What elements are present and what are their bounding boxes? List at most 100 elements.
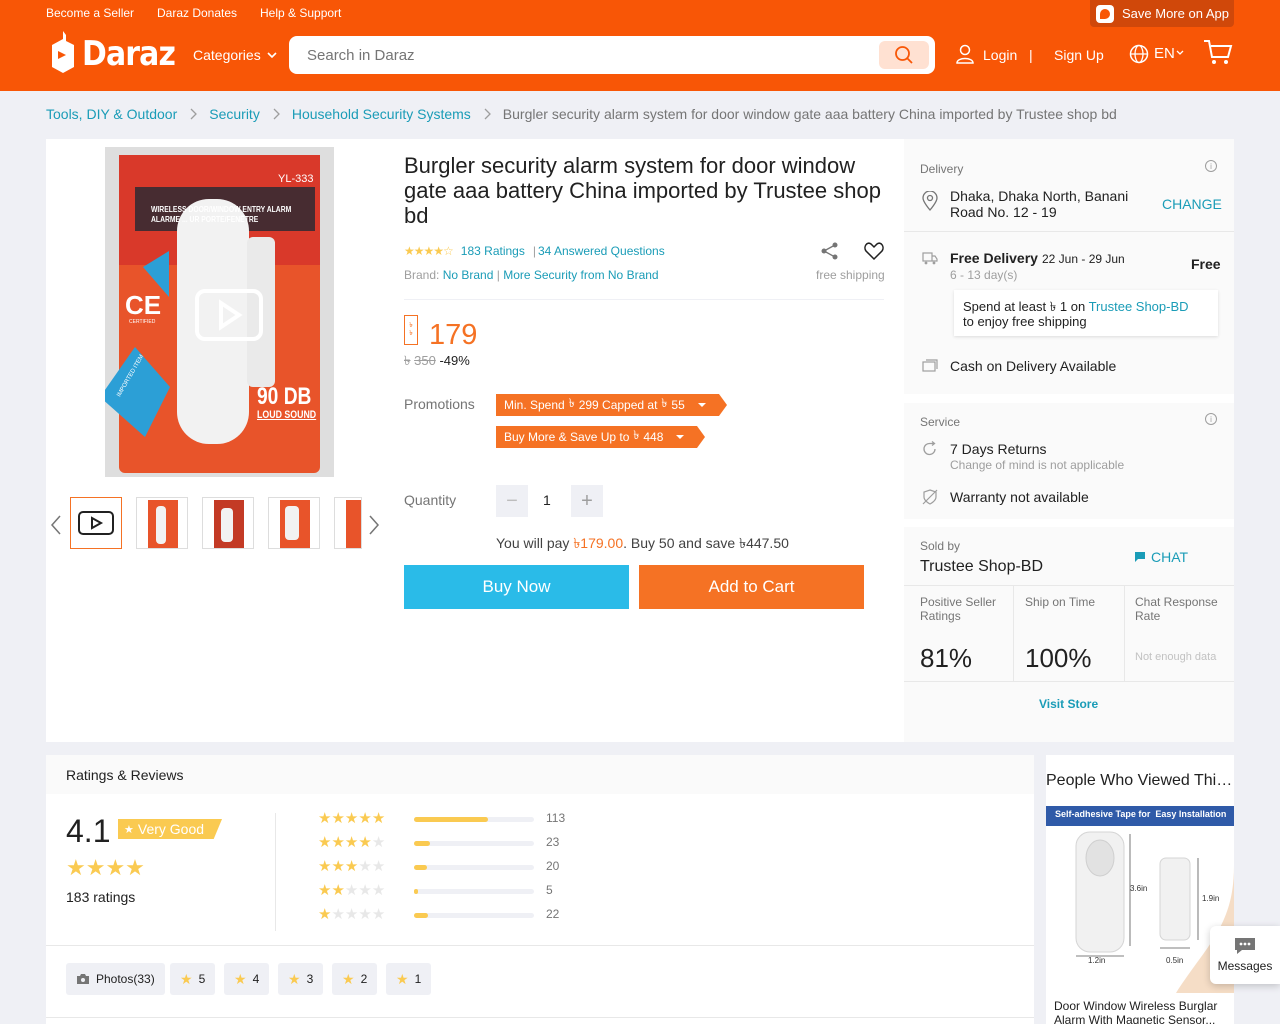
product-main-image[interactable]: YL-333 WIRELESS DOOR/WINDOW ENTRY ALARM … (105, 147, 334, 477)
thumbnail-strip (46, 489, 391, 549)
more-from-brand-link[interactable]: More Security from No Brand (503, 268, 658, 282)
filter-photos[interactable]: Photos(33) (66, 963, 165, 995)
seller-separator (904, 681, 1234, 682)
filter-photos-label: Photos(33) (96, 972, 155, 986)
language-chevron-icon (1176, 50, 1184, 55)
location-pin-icon (922, 191, 938, 211)
thumbnail-prev-icon[interactable] (50, 515, 62, 535)
delivery-truck-icon (922, 252, 938, 265)
thumbnail-next-icon[interactable] (368, 515, 380, 535)
share-icon[interactable] (820, 241, 840, 261)
seller-separator (904, 585, 1234, 586)
spend-tip-line2: to enjoy free shipping (963, 314, 1087, 329)
chat-response-value: Not enough data (1135, 651, 1217, 663)
badge-label: Very Good (137, 821, 205, 837)
buy-now-button[interactable]: Buy Now (404, 565, 629, 609)
delivery-label: Delivery (920, 162, 964, 176)
chevron-right-icon (190, 108, 198, 120)
categories-menu[interactable]: Categories (193, 47, 277, 63)
brand-row: Brand: No Brand | More Security from No … (404, 268, 659, 282)
old-price-row: ৳ 350 -49% (404, 352, 470, 373)
pay-save: 447.50 (746, 535, 789, 551)
breadcrumb-tools[interactable]: Tools, DIY & Outdoor (46, 106, 177, 122)
delivery-service-panel: Delivery i Dhaka, Dhaka North, Banani Ro… (904, 139, 1234, 742)
dimension-label: 1.9in (1202, 894, 1220, 903)
add-to-cart-button[interactable]: Add to Cart (639, 565, 864, 609)
daraz-donates-link[interactable]: Daraz Donates (157, 6, 237, 20)
filter-4-stars-label: 4 (252, 972, 260, 986)
chat-button[interactable]: CHAT (1134, 549, 1188, 565)
categories-label: Categories (193, 47, 261, 63)
badge-star-icon: ★ (124, 823, 134, 836)
info-icon[interactable]: i (1205, 413, 1217, 425)
promotion-text: 448 (643, 430, 664, 444)
thumbnail-image[interactable] (202, 497, 254, 549)
search-bar (289, 36, 935, 74)
language-selector[interactable]: EN (1154, 45, 1175, 62)
average-score: 4.1 (66, 813, 111, 849)
search-button[interactable] (879, 41, 929, 69)
shop-link[interactable]: Trustee Shop-BD (1089, 299, 1189, 314)
header-divider: | (1029, 47, 1033, 63)
recommended-product-name[interactable]: Door Window Wireless Burglar Alarm With … (1054, 999, 1226, 1024)
spend-amount: 1 (1059, 299, 1068, 314)
seller-name[interactable]: Trustee Shop-BD (920, 558, 1043, 576)
brand-link[interactable]: No Brand (443, 268, 494, 282)
caret-down-icon (676, 435, 685, 439)
recommended-product-image[interactable]: Self-adhesive Tape for Easy Installation… (1046, 806, 1234, 993)
signup-link[interactable]: Sign Up (1054, 47, 1104, 63)
ratings-link[interactable]: 183 Ratings (461, 244, 525, 258)
discount-percent: -49% (439, 353, 470, 368)
star-icon: ★ (396, 970, 409, 987)
quantity-decrease-button[interactable]: − (496, 485, 528, 517)
promotion-tag[interactable]: Min. Spend ৳ 299 Capped at ৳ 55 (496, 394, 727, 416)
messages-button[interactable]: Messages (1210, 926, 1280, 984)
ratings-reviews-heading: Ratings & Reviews (66, 767, 184, 783)
quantity-value[interactable]: 1 (543, 492, 551, 508)
thumbnail-image[interactable] (136, 497, 188, 549)
breadcrumb-household[interactable]: Household Security Systems (292, 106, 471, 122)
search-input[interactable] (307, 45, 867, 65)
visit-store-link[interactable]: Visit Store (1039, 697, 1098, 711)
total-ratings: 183 ratings (66, 889, 136, 905)
info-icon[interactable]: i (1205, 160, 1217, 172)
cart-icon[interactable] (1203, 38, 1233, 66)
average-stars: ★★★★ (66, 855, 145, 880)
quantity-increase-button[interactable]: + (571, 485, 603, 517)
globe-icon[interactable] (1129, 44, 1149, 64)
loud-sound-text: LOUD SOUND (257, 409, 317, 421)
seller-metric-divider (1124, 585, 1125, 681)
thumbnail-image[interactable] (334, 497, 362, 549)
thumbnail-image[interactable] (268, 497, 320, 549)
login-link[interactable]: Login (983, 47, 1017, 63)
product-package-line1: WIRELESS DOOR/WINDOW ENTRY ALARM (151, 205, 292, 214)
daraz-logo[interactable]: Daraz (50, 31, 188, 77)
star-icon: ★ (180, 970, 193, 987)
become-seller-link[interactable]: Become a Seller (46, 6, 134, 20)
chevron-right-icon (484, 108, 491, 120)
user-icon[interactable] (956, 44, 974, 64)
thumbnail-video[interactable] (70, 497, 122, 549)
chevron-right-icon (273, 108, 280, 120)
help-support-link[interactable]: Help & Support (260, 6, 341, 20)
breadcrumb-security[interactable]: Security (209, 106, 260, 122)
pay-prefix: You will pay (496, 535, 570, 551)
header: Become a Seller Daraz Donates Help & Sup… (0, 0, 1280, 91)
filter-1-star[interactable]: ★ 1 (386, 963, 432, 995)
questions-link[interactable]: 34 Answered Questions (538, 244, 665, 258)
heart-icon[interactable] (864, 241, 884, 261)
filter-3-stars[interactable]: ★ 3 (278, 963, 324, 995)
breakdown-count: 20 (546, 859, 560, 873)
save-app-label: Save More on App (1122, 6, 1229, 21)
promotion-text: Min. Spend (504, 398, 565, 412)
filter-5-stars[interactable]: ★ 5 (170, 963, 216, 995)
ship-on-time-label: Ship on Time (1025, 595, 1096, 609)
save-more-on-app-button[interactable]: Save More on App (1090, 0, 1234, 27)
product-model-text: YL-333 (278, 173, 314, 185)
filter-2-stars-label: 2 (360, 972, 368, 986)
delivery-dates: 22 Jun - 29 Jun (1042, 252, 1125, 266)
filter-2-stars[interactable]: ★ 2 (332, 963, 378, 995)
change-address-link[interactable]: CHANGE (1162, 196, 1222, 212)
filter-4-stars[interactable]: ★ 4 (224, 963, 270, 995)
promotion-tag[interactable]: Buy More & Save Up to ৳ 448 (496, 426, 706, 448)
